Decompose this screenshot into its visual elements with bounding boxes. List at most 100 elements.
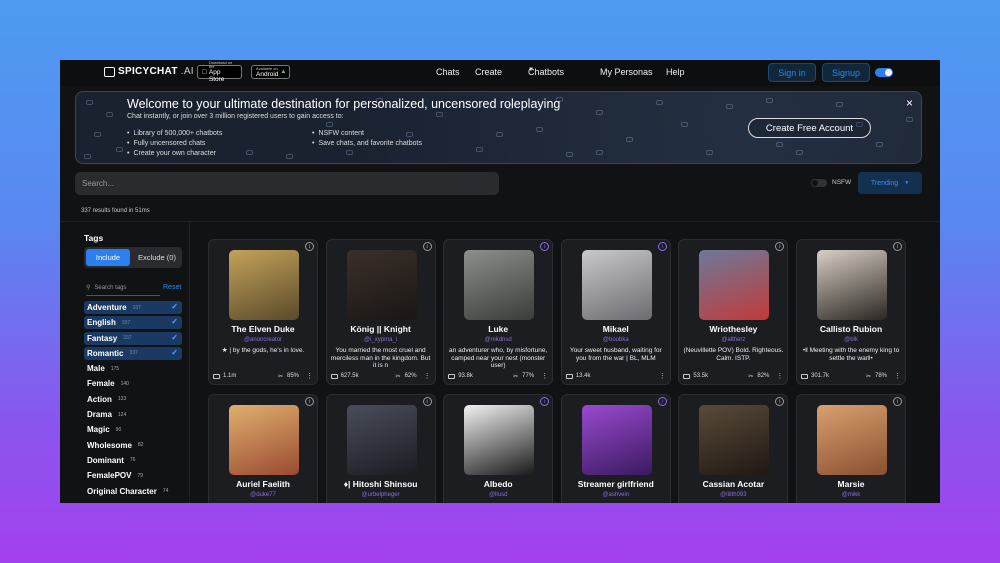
tag-search-input[interactable]: ⚲ Search tags [86,280,160,296]
search-input[interactable] [75,172,499,195]
nav-chats[interactable]: Chats [436,67,460,77]
thumbs-icon: ✂ [748,373,754,380]
bubble-pattern-icon [94,132,101,137]
chatbot-card[interactable]: i Mikael @boobka Your sweet husband, waitin… [560,239,671,385]
reset-link[interactable]: Reset [163,284,181,291]
info-icon[interactable]: i [305,242,314,251]
info-icon[interactable]: i [775,242,785,251]
tag-item[interactable]: Romantic 337 ✓ [84,346,182,360]
card-author[interactable]: @i_xypma_i [329,337,433,343]
chatbot-card[interactable]: i Albedo @llusd [443,394,554,503]
tag-item[interactable]: Adventure 337 ✓ [84,301,182,314]
card-description [801,502,901,503]
more-icon[interactable]: ⋮ [894,372,901,380]
info-icon[interactable]: i [422,397,432,406]
more-icon[interactable]: ⋮ [306,372,313,380]
sort-dropdown[interactable]: Trending ▼ [858,172,922,194]
feature-item: Save chats, and favorite chatbots [312,139,422,149]
tag-item[interactable]: Magic 90 [84,423,182,436]
chatbot-card[interactable]: i The Elven Duke @anoncreator ★ | by the go… [208,239,318,385]
bubble-pattern-icon [346,150,353,155]
avatar [699,405,770,475]
card-author[interactable]: @blk [799,337,903,343]
chatbot-card[interactable]: i Auriel Faelith @duke77 [208,394,318,503]
tag-item[interactable]: Female 140 [84,377,182,390]
card-description: •‖ Meeting with the enemy king to settle… [802,347,900,362]
bubble-pattern-icon [656,100,663,105]
more-icon[interactable]: ⋮ [659,372,666,380]
tag-item[interactable]: Fantasy 337 ✓ [84,331,182,345]
tag-item[interactable]: Wholesome 82 [84,439,182,452]
android-badge[interactable]: Available on Android ▲ [251,65,290,79]
avatar [817,250,887,320]
tag-item[interactable]: Dominant 76 [84,454,182,467]
tag-name: Original Character [87,486,157,496]
card-author[interactable]: @mikk [799,492,903,498]
nav-help[interactable]: Help [666,67,685,77]
rating: 62% [404,373,417,379]
info-icon[interactable]: i [893,397,902,406]
info-icon[interactable]: i [540,397,550,406]
brand-logo[interactable]: SPICYCHAT .AI [104,66,194,77]
chat-count: 627.5k [340,373,359,379]
tag-name: Female [87,379,115,389]
card-name: Marsie [837,479,865,489]
card-author[interactable]: @mkdnsd [446,337,550,343]
info-icon[interactable]: i [775,397,785,406]
chatbot-card[interactable]: i Streamer girlfriend @ashvein [560,394,671,503]
chatbot-card[interactable]: i Wriothesley @altherz (Neuvillette POV) Bo… [678,239,789,385]
card-author[interactable]: @anoncreator [211,337,315,343]
tab-include[interactable]: Include [86,249,130,266]
tag-item[interactable]: Original Character 74 [84,485,182,498]
nav-create[interactable]: Create [475,67,502,77]
rating: 77% [522,373,535,379]
app-store-badge[interactable]:  Download on theApp Store [197,61,242,83]
create-account-button[interactable]: Create Free Account [748,118,871,138]
chatbot-card[interactable]: i Cassian Acotar @lilith093 [678,394,789,503]
signin-button[interactable]: Sign in [768,63,816,82]
info-icon[interactable]: i [305,397,314,406]
nav-my-personas[interactable]: My Personas [600,67,653,77]
info-icon[interactable]: i [422,242,432,251]
nsfw-toggle[interactable] [811,179,827,187]
tag-name: Male [87,364,105,374]
card-author[interactable]: @boobka [564,337,668,343]
tag-count: 124 [117,411,127,418]
more-icon[interactable]: ⋮ [424,372,431,380]
tab-exclude[interactable]: Exclude (0) [134,249,180,266]
nsfw-label: NSFW [832,179,852,186]
tag-item[interactable]: English 337 ✓ [84,316,182,330]
info-icon[interactable]: i [657,397,667,406]
card-author[interactable]: @duke77 [211,492,315,498]
bubble-pattern-icon [706,150,713,155]
chatbot-card[interactable]: i ♦| Hitoshi Shinsou @urbelpheger [325,394,436,503]
info-icon[interactable]: i [657,242,667,251]
chatbot-card[interactable]: i Callisto Rubion @blk •‖ Meeting with the … [796,239,906,385]
chatbot-card[interactable]: i Luke @mkdnsd an adventurer who, by misfor… [443,239,554,385]
card-author[interactable]: @altherz [681,337,785,343]
tag-item[interactable]: FemalePOV 79 [84,469,182,482]
card-author[interactable]: @lilith093 [681,492,785,498]
chatbot-card[interactable]: i König || Knight @i_xypma_i You married th… [325,239,436,385]
card-author[interactable]: @ashvein [564,492,668,498]
features-left: Library of 500,000+ chatbots Fully uncen… [127,129,222,159]
info-icon[interactable]: i [893,242,902,251]
card-author[interactable]: @urbelpheger [329,492,433,498]
theme-toggle[interactable] [875,68,893,77]
more-icon[interactable]: ⋮ [541,372,548,380]
tag-item[interactable]: Male 175 [84,362,182,375]
sort-label: Trending [870,179,899,187]
feature-item: Fully uncensored chats [127,139,222,149]
tag-item[interactable]: Drama 124 [84,408,182,421]
tag-count: 337 [121,319,131,326]
close-icon[interactable]: × [906,96,913,110]
info-icon[interactable]: i [540,242,550,251]
chatbot-card[interactable]: i Marsie @mikk [796,394,906,503]
chat-count: 1.1m [223,373,237,379]
search-icon: ⚲ [86,285,91,291]
divider [60,221,940,222]
more-icon[interactable]: ⋮ [776,372,783,380]
tag-item[interactable]: Action 133 [84,393,182,406]
signup-button[interactable]: Signup [822,63,870,82]
card-author[interactable]: @llusd [446,492,550,498]
